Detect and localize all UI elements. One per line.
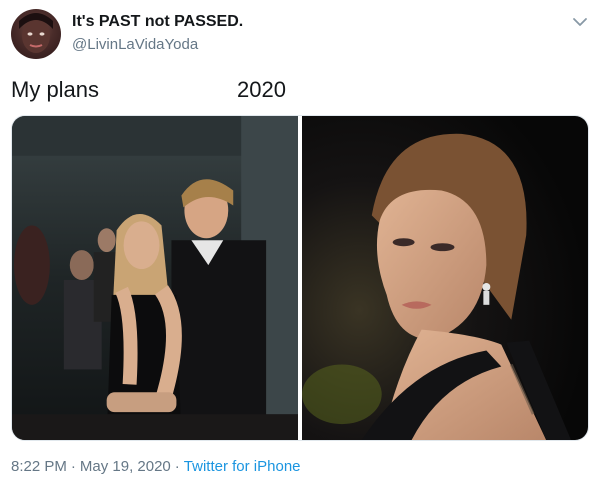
display-name[interactable]: It's PAST not PASSED. <box>72 13 243 31</box>
user-handle[interactable]: @LivinLaVidaYoda <box>72 36 198 53</box>
media-grid <box>11 115 589 441</box>
meta-separator-2: · <box>174 458 180 475</box>
avatar[interactable] <box>11 9 61 59</box>
tweet-source-link[interactable]: Twitter for iPhone <box>184 458 301 475</box>
tweet-time[interactable]: 8:22 PM <box>11 458 67 475</box>
photo-couple[interactable] <box>12 116 298 440</box>
meta-separator: · <box>70 458 76 475</box>
tweet-card: It's PAST not PASSED. @LivinLaVidaYoda M… <box>0 0 600 488</box>
chevron-down-icon[interactable] <box>570 14 590 30</box>
tweet-caption-my-plans: My plans <box>11 77 100 102</box>
tweet-meta: 8:22 PM · May 19, 2020 · Twitter for iPhone <box>11 458 301 475</box>
photo-portrait[interactable] <box>302 116 588 440</box>
tweet-caption-2020: 2020 <box>237 77 286 102</box>
tweet-date[interactable]: May 19, 2020 <box>80 458 171 475</box>
